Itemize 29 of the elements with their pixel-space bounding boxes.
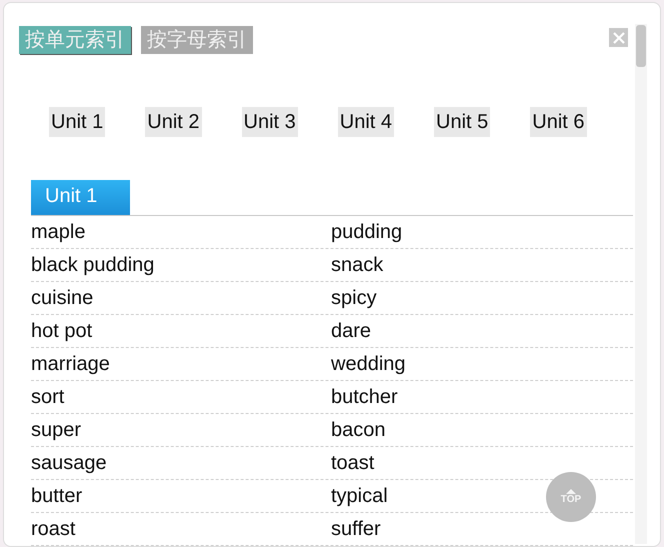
unit-button[interactable]: Unit 4 [338,107,394,137]
word-item: suffer [331,517,381,542]
word-item: bacon [331,418,386,443]
caret-up-icon [566,489,576,494]
word-item: cuisine [31,286,94,311]
word-item: dare [331,319,372,344]
unit-button[interactable]: Unit 6 [530,107,586,137]
close-icon[interactable] [609,28,628,47]
unit-button[interactable]: Unit 3 [242,107,298,137]
word-item: butcher [331,385,398,410]
word-item: marriage [31,352,110,377]
unit-button[interactable]: Unit 1 [49,107,106,137]
word-item: wedding [331,352,406,377]
scrollbar[interactable] [635,24,647,544]
word-item: toast [331,451,374,476]
word-item: spicy [331,286,377,311]
unit-button[interactable]: Unit 2 [145,107,202,137]
word-item: roast [31,517,76,542]
word-item: super [31,418,82,443]
word-item: sausage [31,451,107,476]
word-item: typical [331,484,388,509]
word-item: black pudding [31,253,154,278]
word-item: butter [31,484,82,509]
word-item: pudding [331,220,402,245]
word-item: snack [331,253,384,278]
word-item: hot pot [31,319,92,344]
word-item: maple [31,220,86,245]
word-item: sort [31,385,64,410]
unit-button[interactable]: Unit 5 [434,107,490,137]
